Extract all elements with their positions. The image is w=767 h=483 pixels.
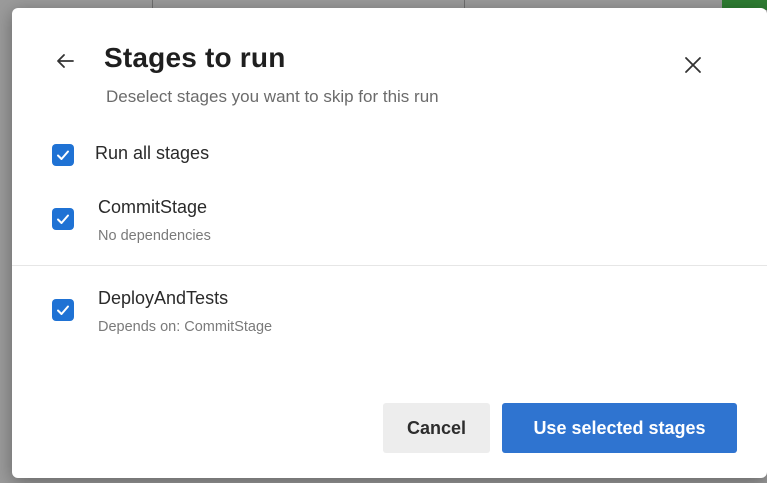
- checkmark-icon: [57, 214, 69, 224]
- arrow-left-icon[interactable]: [52, 48, 78, 74]
- run-all-checkbox[interactable]: [52, 144, 74, 166]
- divider: [12, 265, 767, 266]
- stage-dependency-text: Depends on: CommitStage: [98, 319, 273, 335]
- checkmark-icon: [57, 305, 69, 315]
- stage-name: CommitStage: [98, 197, 208, 217]
- stage-dependency-text: No dependencies: [98, 228, 211, 244]
- close-icon[interactable]: [680, 52, 706, 78]
- run-all-label: Run all stages: [95, 143, 210, 163]
- stages-dialog: Stages to run Deselect stages you want t…: [12, 8, 767, 478]
- dialog-subtitle: Deselect stages you want to skip for thi…: [106, 87, 439, 106]
- stage-deployandtests-checkbox[interactable]: [52, 299, 74, 321]
- stage-name: DeployAndTests: [98, 288, 229, 308]
- cancel-button[interactable]: Cancel: [383, 403, 490, 453]
- dialog-title: Stages to run: [104, 42, 286, 73]
- use-selected-stages-button[interactable]: Use selected stages: [502, 403, 737, 453]
- checkmark-icon: [57, 150, 69, 160]
- stage-commitstage-checkbox[interactable]: [52, 208, 74, 230]
